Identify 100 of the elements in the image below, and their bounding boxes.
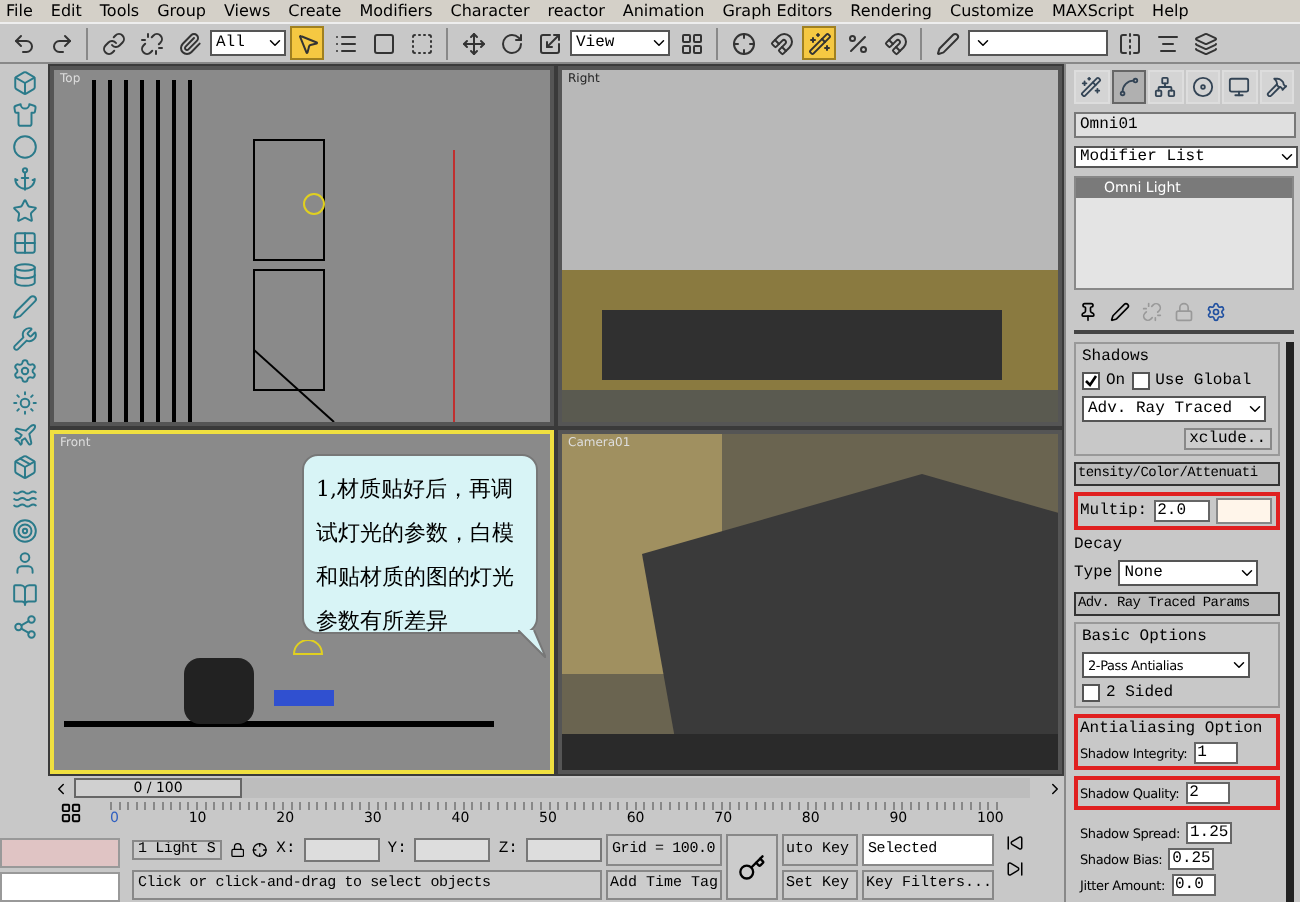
hierarchy-tab[interactable]	[1148, 70, 1183, 104]
wand-tab[interactable]	[1074, 70, 1109, 104]
param-field[interactable]: 0.25	[1168, 848, 1215, 870]
param-field[interactable]: 1	[1193, 742, 1238, 764]
y-field[interactable]	[414, 837, 491, 862]
param-field[interactable]: 0.0	[1171, 874, 1215, 896]
monitor-icon	[1228, 76, 1251, 98]
modifier-list-dropdown[interactable]: Modifier List	[1074, 146, 1298, 168]
caret-icon	[1278, 148, 1296, 166]
bind-icon	[177, 31, 201, 55]
checkbox-label: On	[1106, 372, 1126, 390]
hammer-tab[interactable]	[1259, 70, 1294, 104]
mirror-icon	[1117, 31, 1141, 55]
dropdown[interactable]	[968, 30, 1108, 56]
y-label: Y:	[387, 840, 407, 859]
percent-icon	[845, 31, 869, 55]
redo-icon	[49, 31, 73, 55]
param-field[interactable]: 2	[1185, 782, 1230, 804]
disc-tab[interactable]	[1185, 70, 1220, 104]
wand-icon	[1080, 76, 1103, 98]
disc-icon	[1191, 76, 1214, 98]
menu-item[interactable]: Character	[450, 2, 530, 20]
script-listener-field[interactable]	[0, 838, 120, 868]
menu-item[interactable]: Edit	[50, 2, 82, 20]
menu-item[interactable]: Tools	[99, 2, 140, 20]
caret-icon	[1230, 656, 1248, 674]
curve-icon	[1117, 76, 1140, 98]
gear-icon[interactable]	[11, 358, 37, 384]
square-icon	[371, 31, 395, 55]
curve-tab[interactable]	[1111, 70, 1146, 104]
object-name-field[interactable]: Omni01	[1074, 112, 1296, 138]
dropdown[interactable]: View	[570, 30, 670, 56]
sun-icon[interactable]	[11, 390, 37, 416]
caret-icon	[1246, 400, 1264, 418]
unlink-icon	[139, 31, 163, 55]
z-label: Z:	[498, 840, 518, 859]
menu-item[interactable]: Modifiers	[359, 2, 433, 20]
dashed-square-icon	[409, 31, 433, 55]
multiplier-field[interactable]: 2.0	[1153, 500, 1210, 522]
menu-item[interactable]: reactor	[547, 2, 605, 20]
pin-icon[interactable]	[1078, 302, 1098, 322]
pen-icon[interactable]	[11, 294, 37, 320]
move-icon	[461, 31, 485, 55]
group-title: Antialiasing Option	[1080, 720, 1263, 738]
checkbox[interactable]	[1131, 372, 1150, 390]
skip-back-icon[interactable]	[1006, 834, 1024, 852]
group-title: Decay	[1074, 536, 1125, 554]
menu-item[interactable]: MAXScript	[1051, 2, 1135, 20]
light-color-swatch[interactable]	[1215, 498, 1272, 524]
figure-icon[interactable]	[11, 550, 37, 576]
menu-item[interactable]: Views	[223, 2, 271, 20]
anchor-icon[interactable]	[11, 166, 37, 192]
checkbox[interactable]	[1082, 372, 1100, 390]
z-field[interactable]	[525, 837, 602, 862]
bubble-tail	[518, 630, 546, 658]
x-label: X:	[276, 840, 296, 859]
shirt-icon[interactable]	[11, 102, 37, 128]
menu-item[interactable]: Rendering	[850, 2, 932, 20]
nodes-icon[interactable]	[11, 614, 37, 640]
star-icon[interactable]	[11, 198, 37, 224]
align-icon	[1155, 31, 1179, 55]
wrench-icon[interactable]	[11, 326, 37, 352]
decay-type-dropdown[interactable]: None	[1118, 560, 1259, 586]
menu-item[interactable]: Customize	[949, 2, 1034, 20]
monitor-tab[interactable]	[1222, 70, 1257, 104]
shadow-type-dropdown[interactable]: Adv. Ray Traced	[1082, 396, 1266, 422]
script-output-field[interactable]	[0, 872, 120, 902]
checker-icon[interactable]	[11, 230, 37, 256]
pointer-button[interactable]	[290, 26, 324, 60]
menu-item[interactable]: Help	[1152, 2, 1189, 20]
rotate-icon	[499, 31, 523, 55]
menu-item[interactable]: File	[6, 2, 33, 20]
configure-icon[interactable]	[1206, 302, 1226, 322]
waves-icon[interactable]	[11, 486, 37, 512]
group-title: Basic Options	[1082, 628, 1209, 646]
skip-forward-icon[interactable]	[1006, 860, 1024, 878]
menu-item[interactable]: Create	[288, 2, 342, 20]
crosshair-icon	[731, 31, 755, 55]
book-icon[interactable]	[11, 582, 37, 608]
dropdown[interactable]: All	[210, 30, 286, 56]
param-field[interactable]: 1.25	[1186, 822, 1233, 844]
menu-item[interactable]: Graph Editors	[722, 2, 833, 20]
lock-icon[interactable]	[229, 839, 245, 860]
caret-icon	[266, 34, 284, 52]
stack-icon[interactable]	[11, 262, 37, 288]
plane-icon[interactable]	[11, 422, 37, 448]
cubes-icon[interactable]	[11, 70, 37, 96]
sphere-icon[interactable]	[11, 134, 37, 160]
checkbox-label: 2 Sided	[1106, 684, 1174, 702]
exclude-button[interactable]: xclude..	[1183, 428, 1272, 450]
x-field[interactable]	[303, 837, 380, 862]
callout-text: 1,材质贴好后，再调试灯光的参数，白模和贴材质的图的灯光参数有所差异	[316, 476, 514, 634]
checkbox[interactable]	[1082, 684, 1100, 702]
set-key-button[interactable]	[726, 834, 778, 900]
package-icon[interactable]	[11, 454, 37, 480]
target-icon[interactable]	[11, 518, 37, 544]
magnet-icon	[769, 31, 793, 55]
menu-item[interactable]: Group	[157, 2, 206, 20]
menu-item[interactable]: Animation	[622, 2, 705, 20]
key-icon	[738, 853, 766, 881]
